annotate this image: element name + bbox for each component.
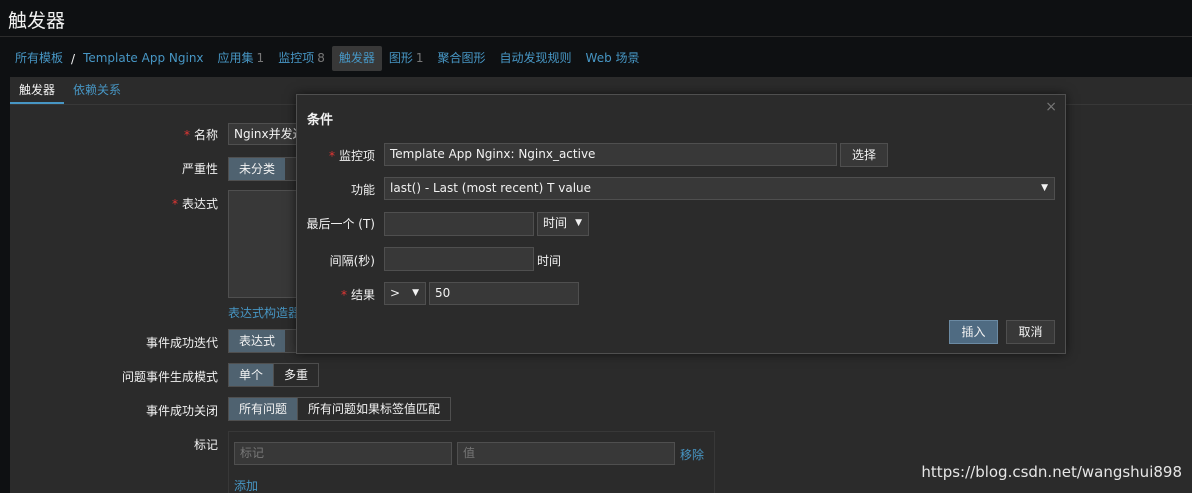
chevron-down-icon: ▼ xyxy=(1041,183,1048,193)
nav-screens[interactable]: 聚合图形 xyxy=(431,46,493,71)
problem-mode-selector: 单个 多重 xyxy=(228,363,320,387)
select-item-button[interactable]: 选择 xyxy=(840,143,888,167)
chevron-down-icon: ▼ xyxy=(412,288,419,298)
breadcrumb-label: Template App Nginx xyxy=(83,51,204,65)
ok-close-all-problems[interactable]: 所有问题 xyxy=(229,398,299,420)
chevron-down-icon: ▼ xyxy=(575,218,582,228)
severity-label: 严重性 xyxy=(181,162,218,176)
problem-mode-label: 问题事件生成模式 xyxy=(121,370,218,384)
nav-count: 1 xyxy=(415,51,424,65)
result-value-input[interactable]: 50 xyxy=(429,282,579,305)
breadcrumb-all-templates[interactable]: 所有模板 xyxy=(8,46,70,71)
breadcrumb-label: 所有模板 xyxy=(15,51,64,65)
nav-discovery-rules[interactable]: 自动发现规则 xyxy=(493,46,579,71)
problem-mode-single[interactable]: 单个 xyxy=(229,364,275,386)
last-input[interactable] xyxy=(384,212,534,236)
dialog-title: 条件 xyxy=(307,113,334,128)
nav-label: 自动发现规则 xyxy=(499,51,572,65)
problem-mode-multiple[interactable]: 多重 xyxy=(274,364,319,386)
ok-event-expression[interactable]: 表达式 xyxy=(229,330,286,352)
function-select[interactable]: last() - Last (most recent) T value ▼ xyxy=(384,177,1055,200)
form-tabs: 触发器 依赖关系 xyxy=(10,77,130,104)
nav-label: Web 场景 xyxy=(585,51,640,65)
tag-value-input[interactable]: 值 xyxy=(457,442,675,465)
tag-add-link[interactable]: 添加 xyxy=(234,477,258,493)
nav-count: 8 xyxy=(317,51,325,65)
tab-trigger[interactable]: 触发器 xyxy=(10,77,65,104)
nav-label: 图形 xyxy=(388,51,413,65)
breadcrumb: 所有模板 / Template App Nginx 应用集 1 监控项 8 触发器 … xyxy=(8,46,647,71)
ok-close-label: 事件成功关闭 xyxy=(145,404,218,418)
name-label: * 名称 xyxy=(183,128,218,142)
item-input[interactable]: Template App Nginx: Nginx_active xyxy=(384,143,837,166)
tag-remove-link[interactable]: 移除 xyxy=(680,446,704,463)
nav-web-scenarios[interactable]: Web 场景 xyxy=(579,46,647,71)
result-label: * 结果 xyxy=(340,288,375,302)
close-icon[interactable]: × xyxy=(1045,99,1057,115)
severity-not-classified[interactable]: 未分类 xyxy=(229,158,286,180)
nav-label: 聚合图形 xyxy=(437,51,486,65)
tab-dependencies[interactable]: 依赖关系 xyxy=(64,77,130,104)
nav-count: 1 xyxy=(256,51,265,65)
nav-label: 触发器 xyxy=(338,51,375,65)
tags-label: 标记 xyxy=(193,438,218,452)
nav-label: 监控项 xyxy=(278,51,315,65)
tag-name-input[interactable]: 标记 xyxy=(234,442,452,465)
shift-label: 间隔(秒) xyxy=(329,254,375,268)
last-unit-value: 时间 xyxy=(543,216,568,230)
nav-triggers[interactable]: 触发器 xyxy=(331,46,382,71)
item-label: * 监控项 xyxy=(328,149,375,163)
result-operator-select[interactable]: > ▼ xyxy=(384,282,426,305)
expression-label: * 表达式 xyxy=(171,197,218,211)
condition-dialog: 条件 × * 监控项 Template App Nginx: Nginx_acti… xyxy=(296,94,1066,354)
function-label: 功能 xyxy=(350,183,375,197)
last-label: 最后一个 (T) xyxy=(306,217,375,231)
page-title: 触发器 xyxy=(8,10,66,32)
insert-button[interactable]: 插入 xyxy=(949,320,998,344)
watermark-text: https://blog.csdn.net/wangshui898 xyxy=(921,463,1182,481)
nav-label: 应用集 xyxy=(217,51,254,65)
last-unit-select[interactable]: 时间 ▼ xyxy=(537,212,589,236)
ok-close-selector: 所有问题 所有问题如果标签值匹配 xyxy=(228,397,452,421)
ok-event-generation-label: 事件成功迭代 xyxy=(145,336,218,350)
expression-builder-link[interactable]: 表达式构造器 xyxy=(228,304,300,321)
nav-graphs[interactable]: 图形 1 xyxy=(382,46,431,71)
title-divider xyxy=(0,36,1192,37)
result-operator-value: > xyxy=(390,286,401,300)
breadcrumb-template[interactable]: Template App Nginx xyxy=(76,46,210,71)
nav-applications[interactable]: 应用集 1 xyxy=(211,46,272,71)
cancel-button[interactable]: 取消 xyxy=(1006,320,1055,344)
shift-unit-text: 时间 xyxy=(537,254,562,268)
function-selected-value: last() - Last (most recent) T value xyxy=(390,181,592,195)
ok-close-tag-match[interactable]: 所有问题如果标签值匹配 xyxy=(298,398,451,420)
shift-input[interactable] xyxy=(384,247,534,271)
nav-items[interactable]: 监控项 8 xyxy=(271,46,332,71)
